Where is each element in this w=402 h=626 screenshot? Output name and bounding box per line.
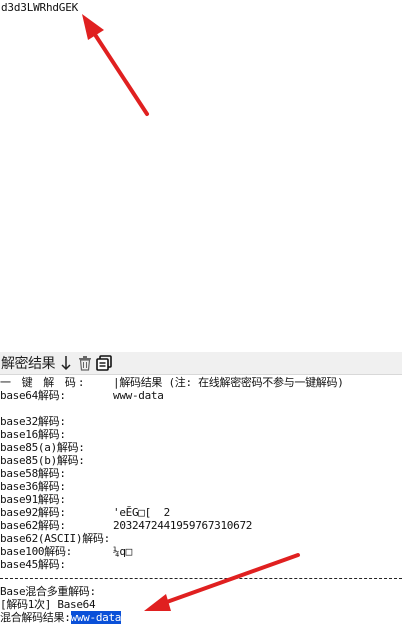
result-label: base36解码: bbox=[0, 480, 66, 493]
result-value: 20324724419597673106​72 bbox=[113, 519, 253, 532]
mixed-result-label: 混合解码结果: bbox=[0, 611, 71, 624]
result-value bbox=[113, 532, 402, 545]
result-label: base85(b)解码: bbox=[0, 454, 85, 467]
mixed-decode-title: Base混合多重解码: bbox=[0, 585, 96, 598]
result-label: base91解码: bbox=[0, 493, 66, 506]
section-divider bbox=[0, 578, 402, 579]
result-label: base62(ASCII)解码: bbox=[0, 532, 110, 545]
result-value bbox=[113, 493, 402, 506]
result-row: base85(a)解码: bbox=[0, 441, 402, 454]
result-value bbox=[113, 467, 402, 480]
result-row: base85(b)解码: bbox=[0, 454, 402, 467]
result-row: base45解码: bbox=[0, 558, 402, 571]
result-row bbox=[0, 402, 402, 415]
result-label: base100解码: bbox=[0, 545, 72, 558]
result-label: base58解码: bbox=[0, 467, 66, 480]
result-row: base91解码: bbox=[0, 493, 402, 506]
result-row: base92解码: 'eĔG□[ 2 bbox=[0, 506, 402, 519]
mixed-decode-result: 混合解码结果:www-data bbox=[0, 611, 402, 624]
mixed-result-value[interactable]: www-data bbox=[70, 611, 121, 624]
one-click-header-row: 一 键 解 码: |解码结果 (注: 在线解密密码不参与一键解码) bbox=[0, 376, 402, 389]
copy-icon[interactable] bbox=[96, 354, 112, 372]
result-row: base16解码: bbox=[0, 428, 402, 441]
result-label: base45解码: bbox=[0, 558, 66, 571]
result-row: base58解码: bbox=[0, 467, 402, 480]
result-row: base32解码: bbox=[0, 415, 402, 428]
one-click-label: 一 键 解 码: bbox=[0, 376, 87, 389]
result-value bbox=[113, 402, 402, 415]
result-label: base92解码: bbox=[0, 506, 66, 519]
result-value bbox=[113, 480, 402, 493]
result-label: base32解码: bbox=[0, 415, 66, 428]
mixed-decode-step: [解码1次] Base64 bbox=[0, 598, 96, 611]
results-title: 解密结果 bbox=[1, 356, 56, 372]
result-value: 'eĔG□[ 2 bbox=[113, 506, 170, 519]
trash-icon[interactable] bbox=[77, 354, 93, 372]
result-row: base62(ASCII)解码: bbox=[0, 532, 402, 545]
result-value: www-data bbox=[113, 389, 164, 402]
result-label: base16解码: bbox=[0, 428, 66, 441]
encoded-input-text: d3d3LWRhdGEK bbox=[1, 1, 79, 14]
result-value bbox=[113, 558, 402, 571]
result-row: base64解码: www-data bbox=[0, 389, 402, 402]
result-label: base85(a)解码: bbox=[0, 441, 85, 454]
result-label: base62解码: bbox=[0, 519, 66, 532]
results-toolbar: 解密结果 bbox=[0, 352, 402, 375]
result-value bbox=[113, 454, 402, 467]
result-value bbox=[113, 428, 402, 441]
arrow-top bbox=[82, 14, 149, 116]
result-label bbox=[0, 402, 113, 415]
result-row: base100解码: ¼q□ bbox=[0, 545, 402, 558]
arrow-down-icon[interactable] bbox=[58, 354, 74, 372]
result-value bbox=[113, 441, 402, 454]
decode-results-panel[interactable]: 一 键 解 码: |解码结果 (注: 在线解密密码不参与一键解码) base64… bbox=[0, 376, 402, 571]
one-click-note: |解码结果 (注: 在线解密密码不参与一键解码) bbox=[113, 376, 344, 389]
result-row: base62解码: 20324724419597673106​72 bbox=[0, 519, 402, 532]
result-row: base36解码: bbox=[0, 480, 402, 493]
result-label: base64解码: bbox=[0, 389, 66, 402]
mixed-decode-panel[interactable]: Base混合多重解码: [解码1次] Base64 混合解码结果:www-dat… bbox=[0, 585, 402, 624]
result-value bbox=[113, 415, 402, 428]
result-value: ¼q□ bbox=[113, 545, 132, 558]
